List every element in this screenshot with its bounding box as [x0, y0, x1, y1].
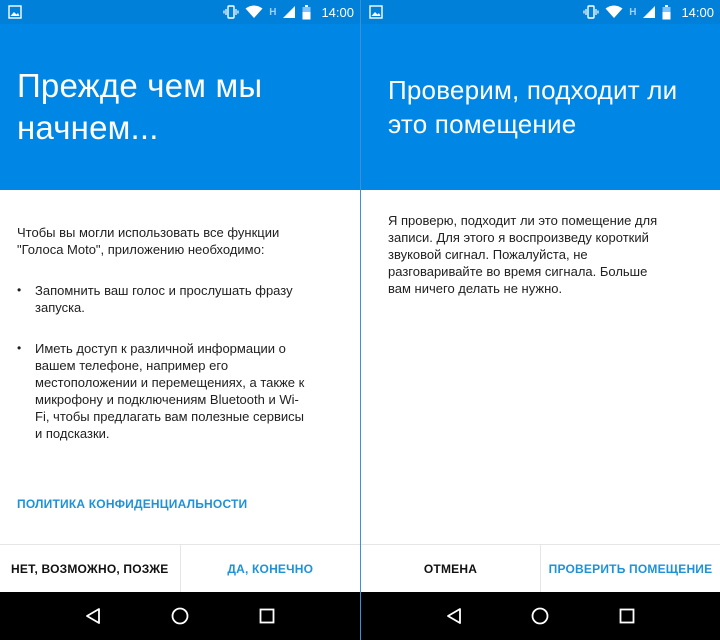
- image-icon: [369, 5, 383, 19]
- permissions-content: Чтобы вы могли использовать все функции …: [0, 190, 360, 513]
- back-icon[interactable]: [83, 606, 103, 626]
- back-icon[interactable]: [444, 606, 464, 626]
- screen-header: Проверим, подходит ли это помещение: [361, 24, 720, 190]
- screens-container: H 14:00 Прежде чем мы начнем... Чтобы вы…: [0, 0, 720, 640]
- privacy-policy-link[interactable]: ПОЛИТИКА КОНФИДЕНЦИАЛЬНОСТИ: [17, 496, 247, 513]
- wifi-icon: [605, 5, 623, 19]
- network-type-label: H: [269, 6, 277, 18]
- list-item: Иметь доступ к различной информации о ва…: [17, 340, 344, 442]
- status-bar: H 14:00: [0, 0, 360, 24]
- navigation-bar: [361, 592, 720, 640]
- clock: 14:00: [321, 4, 354, 20]
- status-bar: H 14:00: [361, 0, 720, 24]
- vibrate-icon: [223, 5, 239, 19]
- signal-icon: [282, 5, 296, 19]
- action-bar: ОТМЕНА ПРОВЕРИТЬ ПОМЕЩЕНИЕ: [361, 544, 720, 592]
- page-title: Прежде чем мы начнем...: [17, 67, 263, 146]
- signal-icon: [642, 5, 656, 19]
- screen-header: Прежде чем мы начнем...: [0, 24, 360, 190]
- home-icon[interactable]: [170, 606, 190, 626]
- navigation-bar: [0, 592, 360, 640]
- vibrate-icon: [583, 5, 599, 19]
- battery-icon: [662, 4, 671, 20]
- list-item: Запомнить ваш голос и прослушать фразу з…: [17, 282, 344, 316]
- battery-icon: [302, 4, 311, 20]
- cancel-button[interactable]: ОТМЕНА: [361, 545, 540, 592]
- room-check-content: Я проверю, подходит ли это помещение для…: [361, 190, 720, 297]
- yes-button[interactable]: ДА, КОНЕЧНО: [179, 545, 361, 592]
- network-type-label: H: [629, 6, 637, 18]
- recents-icon[interactable]: [617, 606, 637, 626]
- not-now-button[interactable]: НЕТ, ВОЗМОЖНО, ПОЗЖЕ: [0, 545, 180, 592]
- body-text: Я проверю, подходит ли это помещение для…: [388, 213, 658, 296]
- image-icon: [8, 5, 22, 19]
- home-icon[interactable]: [530, 606, 550, 626]
- check-room-button[interactable]: ПРОВЕРИТЬ ПОМЕЩЕНИЕ: [540, 545, 720, 592]
- screen-permissions: H 14:00 Прежде чем мы начнем... Чтобы вы…: [0, 0, 360, 640]
- clock: 14:00: [681, 4, 714, 20]
- intro-text: Чтобы вы могли использовать все функции …: [17, 225, 280, 257]
- recents-icon[interactable]: [257, 606, 277, 626]
- page-title: Проверим, подходит ли это помещение: [388, 75, 678, 139]
- wifi-icon: [245, 5, 263, 19]
- action-bar: НЕТ, ВОЗМОЖНО, ПОЗЖЕ ДА, КОНЕЧНО: [0, 544, 360, 592]
- screen-room-check: H 14:00 Проверим, подходит ли это помеще…: [360, 0, 720, 640]
- permissions-list: Запомнить ваш голос и прослушать фразу з…: [17, 282, 344, 442]
